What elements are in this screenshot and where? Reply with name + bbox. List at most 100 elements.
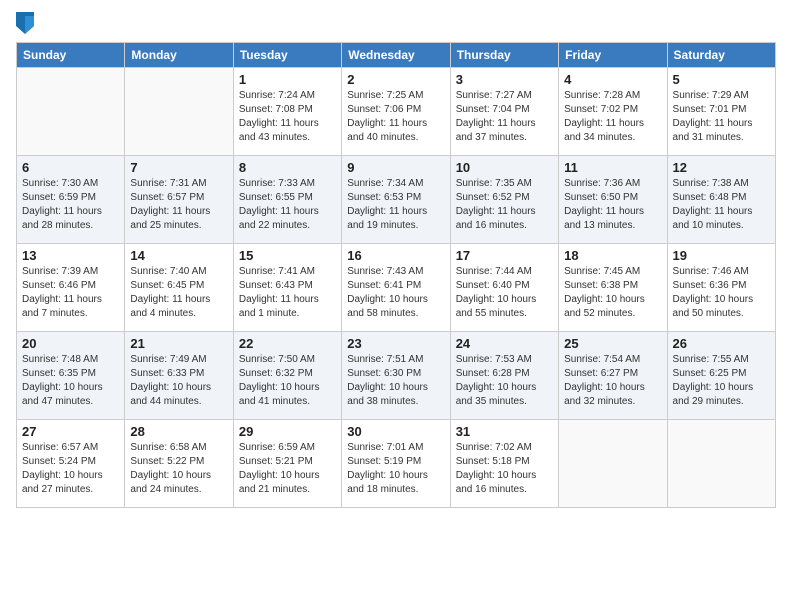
day-of-week-header: Monday bbox=[125, 43, 233, 68]
day-number: 12 bbox=[673, 160, 770, 175]
day-info: Sunrise: 7:46 AMSunset: 6:36 PMDaylight:… bbox=[673, 265, 770, 321]
day-info: Sunrise: 7:24 AMSunset: 7:08 PMDaylight:… bbox=[239, 89, 336, 145]
day-of-week-header: Thursday bbox=[450, 43, 558, 68]
calendar-day-cell: 26Sunrise: 7:55 AMSunset: 6:25 PMDayligh… bbox=[667, 332, 775, 420]
day-number: 14 bbox=[130, 248, 227, 263]
day-number: 28 bbox=[130, 424, 227, 439]
day-info: Sunrise: 7:40 AMSunset: 6:45 PMDaylight:… bbox=[130, 265, 227, 321]
calendar-day-cell: 18Sunrise: 7:45 AMSunset: 6:38 PMDayligh… bbox=[559, 244, 667, 332]
calendar-day-cell: 2 Sunrise: 7:25 AMSunset: 7:06 PMDaylight… bbox=[342, 68, 450, 156]
calendar-day-cell: 4 Sunrise: 7:28 AMSunset: 7:02 PMDaylight… bbox=[559, 68, 667, 156]
day-number: 3 bbox=[456, 72, 553, 87]
day-number: 26 bbox=[673, 336, 770, 351]
day-number: 2 bbox=[347, 72, 444, 87]
day-number: 13 bbox=[22, 248, 119, 263]
calendar-day-cell: 20 Sunrise: 7:48 AMSunset: 6:35 PMDayligh… bbox=[17, 332, 125, 420]
calendar-day-cell: 3 Sunrise: 7:27 AMSunset: 7:04 PMDaylight… bbox=[450, 68, 558, 156]
day-number: 30 bbox=[347, 424, 444, 439]
day-info: Sunrise: 7:34 AMSunset: 6:53 PMDaylight:… bbox=[347, 177, 444, 233]
day-info: Sunrise: 7:35 AMSunset: 6:52 PMDaylight:… bbox=[456, 177, 553, 233]
calendar-day-cell: 23 Sunrise: 7:51 AMSunset: 6:30 PMDayligh… bbox=[342, 332, 450, 420]
day-of-week-header: Saturday bbox=[667, 43, 775, 68]
day-info: Sunrise: 7:53 AMSunset: 6:28 PMDaylight:… bbox=[456, 353, 553, 409]
day-of-week-header: Wednesday bbox=[342, 43, 450, 68]
day-number: 15 bbox=[239, 248, 336, 263]
day-info: Sunrise: 6:57 AMSunset: 5:24 PMDaylight:… bbox=[22, 441, 119, 497]
day-number: 31 bbox=[456, 424, 553, 439]
day-info: Sunrise: 7:45 AMSunset: 6:38 PMDaylight:… bbox=[564, 265, 661, 321]
calendar-day-cell bbox=[667, 420, 775, 508]
calendar-day-cell: 29 Sunrise: 6:59 AMSunset: 5:21 PMDayligh… bbox=[233, 420, 341, 508]
calendar-day-cell: 16Sunrise: 7:43 AMSunset: 6:41 PMDayligh… bbox=[342, 244, 450, 332]
logo bbox=[16, 12, 36, 34]
day-info: Sunrise: 7:44 AMSunset: 6:40 PMDaylight:… bbox=[456, 265, 553, 321]
calendar-day-cell: 8 Sunrise: 7:33 AMSunset: 6:55 PMDaylight… bbox=[233, 156, 341, 244]
day-info: Sunrise: 7:31 AMSunset: 6:57 PMDaylight:… bbox=[130, 177, 227, 233]
calendar-table: SundayMondayTuesdayWednesdayThursdayFrid… bbox=[16, 42, 776, 508]
calendar-header-row: SundayMondayTuesdayWednesdayThursdayFrid… bbox=[17, 43, 776, 68]
day-number: 1 bbox=[239, 72, 336, 87]
calendar-week-row: 6Sunrise: 7:30 AMSunset: 6:59 PMDaylight… bbox=[17, 156, 776, 244]
day-number: 16 bbox=[347, 248, 444, 263]
calendar-day-cell: 22 Sunrise: 7:50 AMSunset: 6:32 PMDayligh… bbox=[233, 332, 341, 420]
day-number: 25 bbox=[564, 336, 661, 351]
day-number: 10 bbox=[456, 160, 553, 175]
calendar-day-cell: 31 Sunrise: 7:02 AMSunset: 5:18 PMDayligh… bbox=[450, 420, 558, 508]
calendar-day-cell: 17 Sunrise: 7:44 AMSunset: 6:40 PMDayligh… bbox=[450, 244, 558, 332]
calendar-week-row: 1 Sunrise: 7:24 AMSunset: 7:08 PMDaylight… bbox=[17, 68, 776, 156]
calendar-day-cell: 30 Sunrise: 7:01 AMSunset: 5:19 PMDayligh… bbox=[342, 420, 450, 508]
day-number: 8 bbox=[239, 160, 336, 175]
day-info: Sunrise: 6:59 AMSunset: 5:21 PMDaylight:… bbox=[239, 441, 336, 497]
calendar-day-cell: 21 Sunrise: 7:49 AMSunset: 6:33 PMDayligh… bbox=[125, 332, 233, 420]
calendar-day-cell: 6Sunrise: 7:30 AMSunset: 6:59 PMDaylight… bbox=[17, 156, 125, 244]
day-number: 20 bbox=[22, 336, 119, 351]
day-info: Sunrise: 7:54 AMSunset: 6:27 PMDaylight:… bbox=[564, 353, 661, 409]
calendar-day-cell: 15 Sunrise: 7:41 AMSunset: 6:43 PMDayligh… bbox=[233, 244, 341, 332]
calendar-day-cell: 19Sunrise: 7:46 AMSunset: 6:36 PMDayligh… bbox=[667, 244, 775, 332]
day-info: Sunrise: 7:30 AMSunset: 6:59 PMDaylight:… bbox=[22, 177, 119, 233]
day-number: 21 bbox=[130, 336, 227, 351]
day-info: Sunrise: 7:01 AMSunset: 5:19 PMDaylight:… bbox=[347, 441, 444, 497]
day-number: 24 bbox=[456, 336, 553, 351]
day-info: Sunrise: 7:29 AMSunset: 7:01 PMDaylight:… bbox=[673, 89, 770, 145]
calendar-week-row: 13 Sunrise: 7:39 AMSunset: 6:46 PMDayligh… bbox=[17, 244, 776, 332]
calendar-day-cell bbox=[125, 68, 233, 156]
day-info: Sunrise: 7:28 AMSunset: 7:02 PMDaylight:… bbox=[564, 89, 661, 145]
day-info: Sunrise: 7:33 AMSunset: 6:55 PMDaylight:… bbox=[239, 177, 336, 233]
calendar-day-cell: 11 Sunrise: 7:36 AMSunset: 6:50 PMDayligh… bbox=[559, 156, 667, 244]
day-of-week-header: Tuesday bbox=[233, 43, 341, 68]
calendar-day-cell: 13 Sunrise: 7:39 AMSunset: 6:46 PMDayligh… bbox=[17, 244, 125, 332]
day-number: 22 bbox=[239, 336, 336, 351]
calendar-day-cell: 5Sunrise: 7:29 AMSunset: 7:01 PMDaylight… bbox=[667, 68, 775, 156]
day-number: 29 bbox=[239, 424, 336, 439]
calendar-day-cell: 27Sunrise: 6:57 AMSunset: 5:24 PMDayligh… bbox=[17, 420, 125, 508]
calendar-week-row: 27Sunrise: 6:57 AMSunset: 5:24 PMDayligh… bbox=[17, 420, 776, 508]
calendar-week-row: 20 Sunrise: 7:48 AMSunset: 6:35 PMDayligh… bbox=[17, 332, 776, 420]
calendar-day-cell: 25 Sunrise: 7:54 AMSunset: 6:27 PMDayligh… bbox=[559, 332, 667, 420]
day-info: Sunrise: 7:25 AMSunset: 7:06 PMDaylight:… bbox=[347, 89, 444, 145]
day-of-week-header: Friday bbox=[559, 43, 667, 68]
day-info: Sunrise: 7:50 AMSunset: 6:32 PMDaylight:… bbox=[239, 353, 336, 409]
day-number: 23 bbox=[347, 336, 444, 351]
day-number: 4 bbox=[564, 72, 661, 87]
calendar-day-cell: 9Sunrise: 7:34 AMSunset: 6:53 PMDaylight… bbox=[342, 156, 450, 244]
day-number: 7 bbox=[130, 160, 227, 175]
day-info: Sunrise: 7:51 AMSunset: 6:30 PMDaylight:… bbox=[347, 353, 444, 409]
day-info: Sunrise: 7:38 AMSunset: 6:48 PMDaylight:… bbox=[673, 177, 770, 233]
day-info: Sunrise: 7:36 AMSunset: 6:50 PMDaylight:… bbox=[564, 177, 661, 233]
day-info: Sunrise: 7:02 AMSunset: 5:18 PMDaylight:… bbox=[456, 441, 553, 497]
calendar-day-cell: 1 Sunrise: 7:24 AMSunset: 7:08 PMDaylight… bbox=[233, 68, 341, 156]
day-info: Sunrise: 7:41 AMSunset: 6:43 PMDaylight:… bbox=[239, 265, 336, 321]
day-number: 17 bbox=[456, 248, 553, 263]
calendar-day-cell: 7 Sunrise: 7:31 AMSunset: 6:57 PMDaylight… bbox=[125, 156, 233, 244]
calendar-day-cell: 12 Sunrise: 7:38 AMSunset: 6:48 PMDayligh… bbox=[667, 156, 775, 244]
calendar-day-cell bbox=[559, 420, 667, 508]
day-info: Sunrise: 7:39 AMSunset: 6:46 PMDaylight:… bbox=[22, 265, 119, 321]
day-info: Sunrise: 7:49 AMSunset: 6:33 PMDaylight:… bbox=[130, 353, 227, 409]
day-info: Sunrise: 7:27 AMSunset: 7:04 PMDaylight:… bbox=[456, 89, 553, 145]
calendar-day-cell: 28Sunrise: 6:58 AMSunset: 5:22 PMDayligh… bbox=[125, 420, 233, 508]
day-info: Sunrise: 7:48 AMSunset: 6:35 PMDaylight:… bbox=[22, 353, 119, 409]
calendar-day-cell bbox=[17, 68, 125, 156]
page-header bbox=[16, 12, 776, 34]
day-number: 11 bbox=[564, 160, 661, 175]
